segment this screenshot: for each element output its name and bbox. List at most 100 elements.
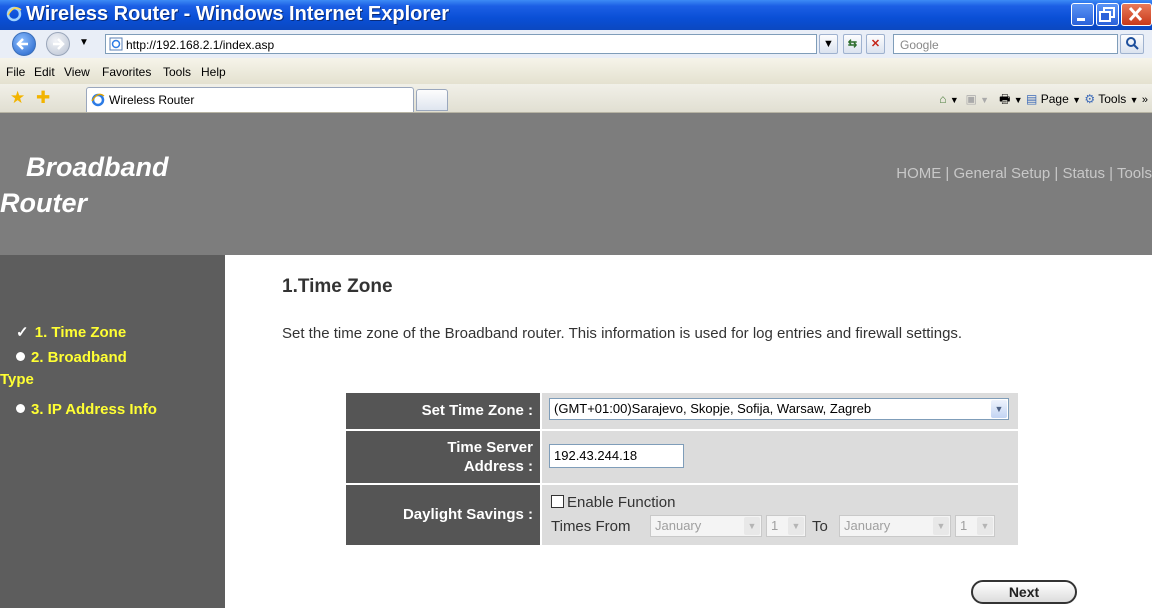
time-zone-label: Set Time Zone : [346, 393, 540, 429]
logo-line-1: Broadband [26, 152, 169, 182]
chevron-down-icon: ▼ [744, 517, 760, 535]
sidebar-item-time-zone[interactable]: ✓ 1. Time Zone [16, 322, 126, 344]
search-icon [1126, 37, 1139, 50]
history-dropdown-icon[interactable]: ▼ [79, 37, 89, 48]
menu-help[interactable]: Help [201, 65, 226, 79]
menu-bar: File Edit View Favorites Tools Help [0, 58, 1152, 84]
chevron-down-icon: ▼ [977, 517, 993, 535]
time-zone-select[interactable]: (GMT+01:00)Sarajevo, Skopje, Sofija, War… [549, 398, 1009, 420]
maximize-button[interactable] [1096, 3, 1119, 26]
address-text: http://192.168.2.1/index.asp [126, 38, 275, 52]
new-tab-button[interactable] [416, 89, 448, 111]
nav-general-setup[interactable]: General Setup [954, 165, 1051, 182]
menu-view[interactable]: View [64, 65, 90, 79]
menu-file[interactable]: File [6, 65, 25, 79]
home-icon[interactable]: ⌂ [939, 92, 946, 106]
window-title-bar[interactable]: Wireless Router - Windows Internet Explo… [0, 0, 1152, 30]
from-day-select[interactable]: 1 ▼ [766, 515, 806, 537]
refresh-icon: ⇆ [847, 38, 858, 50]
back-button[interactable] [12, 32, 36, 56]
page-description: Set the time zone of the Broadband route… [282, 325, 963, 342]
to-month-select[interactable]: January ▼ [839, 515, 951, 537]
to-day-select[interactable]: 1 ▼ [955, 515, 995, 537]
tools-gear-icon: ⚙ [1084, 92, 1096, 106]
daylight-savings-label: Daylight Savings : [346, 485, 540, 545]
from-month-value: January [655, 518, 702, 533]
page-icon [109, 37, 123, 51]
next-button[interactable]: Next [971, 580, 1077, 604]
router-header: Broadband Router HOME | General Setup | … [0, 113, 1152, 255]
chevron-down-icon: ▼ [933, 517, 949, 535]
stop-icon: ✕ [870, 38, 881, 50]
enable-function-label: Enable Function [567, 494, 676, 511]
feeds-icon[interactable]: ▣ [965, 92, 976, 106]
sidebar: ✓ 1. Time Zone 2. Broadband Type 3. IP A… [0, 255, 225, 608]
minimize-icon [1077, 18, 1085, 21]
close-button[interactable] [1121, 3, 1152, 26]
time-zone-value: (GMT+01:00)Sarajevo, Skopje, Sofija, War… [554, 401, 872, 416]
sidebar-item-label: 2. Broadband [31, 349, 127, 366]
bullet-icon [16, 404, 25, 413]
enable-function-checkbox[interactable] [551, 495, 564, 508]
time-server-input[interactable]: 192.43.244.18 [549, 444, 684, 468]
forward-button[interactable] [46, 32, 70, 56]
tools-menu[interactable]: Tools [1098, 92, 1126, 106]
address-input[interactable]: http://192.168.2.1/index.asp [105, 34, 817, 54]
nav-home[interactable]: HOME [896, 165, 941, 182]
bullet-icon [16, 352, 25, 361]
from-day-value: 1 [771, 518, 779, 533]
sidebar-item-label: 1. Time Zone [34, 324, 127, 341]
times-from-label: Times From [551, 518, 631, 535]
to-day-value: 1 [960, 518, 968, 533]
menu-favorites[interactable]: Favorites [102, 65, 151, 79]
nav-status[interactable]: Status [1062, 165, 1105, 182]
time-server-label: Time Server Address : [346, 431, 540, 483]
sidebar-item-broadband-type-line2[interactable]: Type [0, 369, 34, 391]
search-input[interactable]: Google [893, 34, 1118, 54]
add-favorites-icon[interactable]: ✚ [36, 88, 50, 108]
page-menu[interactable]: Page [1041, 92, 1069, 106]
chevron-down-icon: ▼ [823, 38, 834, 50]
window-title: Wireless Router - Windows Internet Explo… [26, 3, 450, 25]
tab-bar: ★ ✚ Wireless Router ⌂ ▼ ▣ ▼ 🖶 ▼ ▤ Page ▼… [0, 84, 1152, 113]
minimize-button[interactable] [1071, 3, 1094, 26]
ie-logo-icon [6, 6, 22, 22]
time-server-label-line1: Time Server [447, 439, 533, 456]
page-title: 1.Time Zone [282, 276, 393, 297]
command-bar: ⌂ ▼ ▣ ▼ 🖶 ▼ ▤ Page ▼ ⚙ Tools ▼ » [939, 92, 1148, 106]
page-menu-icon: ▤ [1026, 92, 1038, 106]
stop-button[interactable]: ✕ [866, 34, 885, 54]
sidebar-item-broadband-type[interactable]: 2. Broadband [16, 347, 127, 369]
daylight-savings-cell: Enable Function Times From January ▼ 1 ▼ T… [542, 485, 1018, 545]
restore-icon [1099, 7, 1115, 22]
refresh-button[interactable]: ⇆ [843, 34, 862, 54]
chevron-down-icon: ▼ [991, 400, 1007, 418]
print-icon[interactable]: 🖶 [999, 92, 1010, 106]
from-month-select[interactable]: January ▼ [650, 515, 762, 537]
time-server-cell: 192.43.244.18 [542, 431, 1018, 483]
to-month-value: January [844, 518, 891, 533]
address-bar: ▼ http://192.168.2.1/index.asp ▼ ⇆ ✕ Goo… [0, 30, 1152, 59]
back-arrow-icon [16, 38, 28, 50]
enable-function-row: Enable Function [551, 494, 675, 511]
chevron-down-icon: ▼ [788, 517, 804, 535]
checkmark-icon: ✓ [16, 324, 29, 341]
search-button[interactable] [1120, 34, 1144, 54]
tab-wireless-router[interactable]: Wireless Router [86, 87, 414, 112]
logo-line-2: Router [0, 188, 87, 218]
favorites-star-icon[interactable]: ★ [10, 88, 25, 108]
forward-arrow-icon [53, 38, 65, 50]
menu-tools[interactable]: Tools [163, 65, 191, 79]
logo: Broadband Router [0, 149, 169, 221]
address-dropdown-button[interactable]: ▼ [819, 34, 838, 54]
time-zone-cell: (GMT+01:00)Sarajevo, Skopje, Sofija, War… [542, 393, 1018, 429]
tab-label: Wireless Router [109, 93, 195, 107]
search-placeholder: Google [900, 38, 939, 52]
close-icon [1128, 6, 1143, 22]
menu-edit[interactable]: Edit [34, 65, 55, 79]
top-navigation: HOME | General Setup | Status | Tools [896, 165, 1152, 182]
sidebar-item-label: 3. IP Address Info [31, 401, 157, 418]
sidebar-item-ip-address-info[interactable]: 3. IP Address Info [16, 399, 157, 421]
time-server-label-line2: Address : [463, 458, 533, 475]
nav-tools[interactable]: Tools [1117, 165, 1152, 182]
